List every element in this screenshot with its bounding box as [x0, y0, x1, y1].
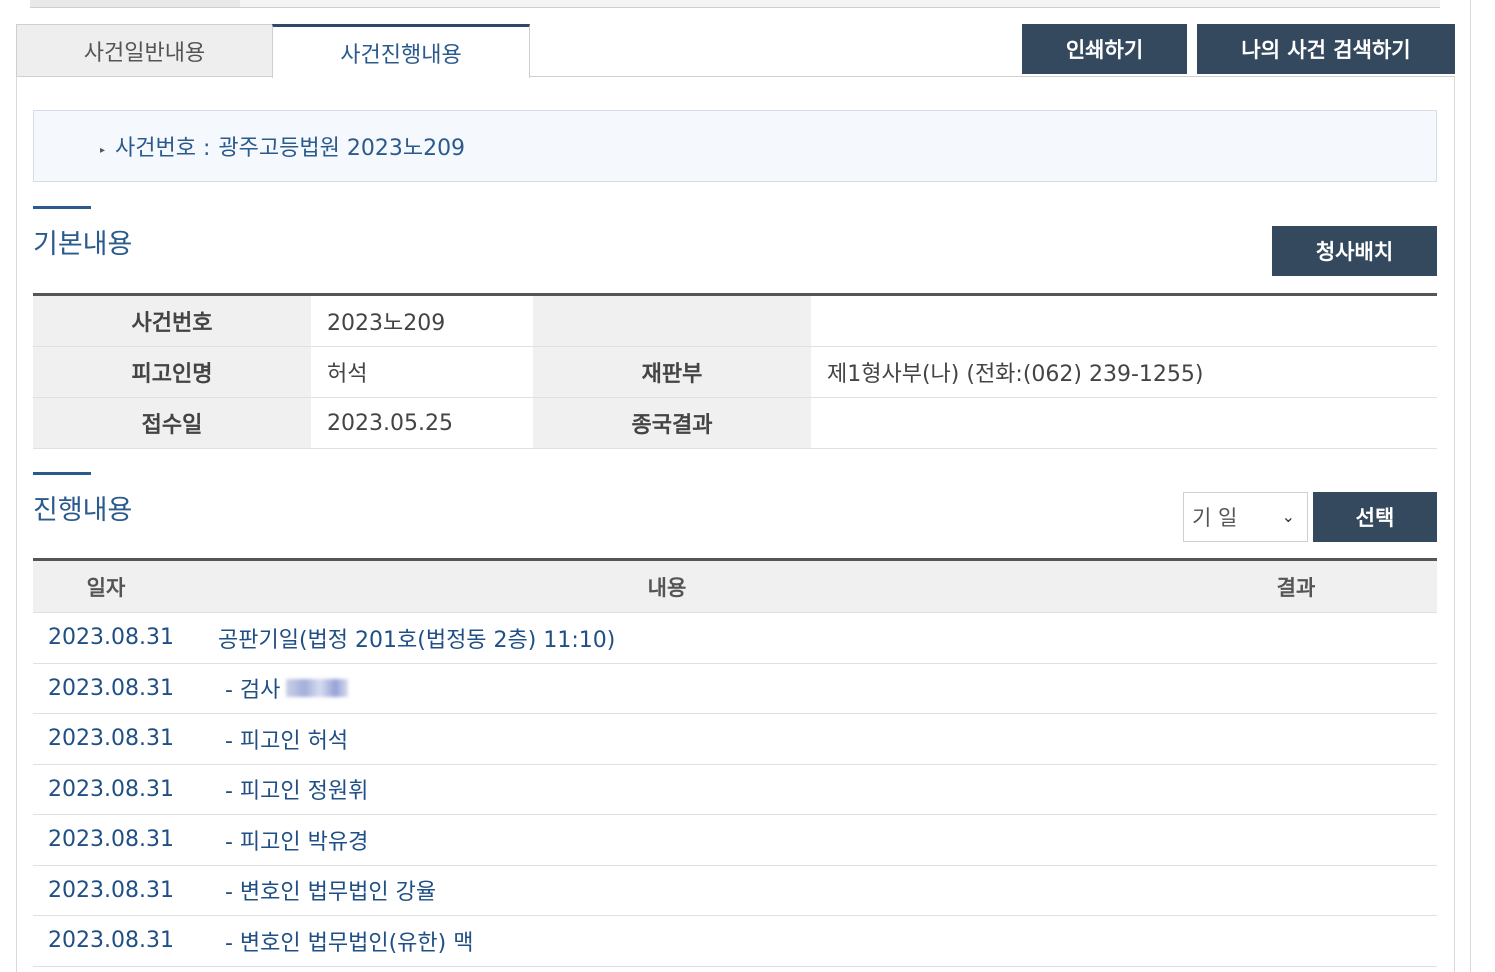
info-value: 2023.05.25: [327, 410, 453, 436]
my-case-search-button[interactable]: 나의 사건 검색하기: [1197, 24, 1455, 74]
filter-select-value: 기 일: [1192, 506, 1238, 530]
progress-table: 일자 내용 결과 2023.08.31 공판기일(법정 201호(법정동 2층)…: [33, 558, 1437, 967]
row-content: - 피고인 박유경: [218, 829, 369, 855]
table-row: 2023.08.31 - 피고인 정원휘: [33, 765, 1437, 815]
info-header: 사건번호: [33, 296, 311, 346]
chevron-down-icon: ⌄: [1281, 507, 1295, 526]
row-content: - 피고인 정원휘: [218, 779, 369, 805]
info-header: 접수일: [33, 398, 311, 448]
row-date: 2023.08.31: [48, 675, 174, 701]
filter-select[interactable]: 기 일 ⌄: [1183, 492, 1308, 542]
tab-progress[interactable]: 사건진행내용: [272, 24, 530, 78]
progress-section-title: 진행내용: [33, 495, 133, 526]
basic-section-title: 기본내용: [33, 229, 133, 260]
case-number-value: 광주고등법원 2023노209: [218, 136, 466, 161]
court-layout-button[interactable]: 청사배치: [1272, 226, 1437, 276]
basic-info-table: 사건번호 2023노209 피고인명 허석 재판부 제1형사부(나) (전화:(…: [33, 293, 1437, 449]
row-date: 2023.08.31: [48, 928, 174, 954]
row-date: 2023.08.31: [48, 726, 174, 752]
info-value: 제1형사부(나) (전화:(062) 239-1255): [827, 362, 1204, 387]
info-row: 피고인명 허석 재판부 제1형사부(나) (전화:(062) 239-1255): [33, 347, 1437, 398]
table-row: 2023.08.31 공판기일(법정 201호(법정동 2층) 11:10): [33, 613, 1437, 664]
column-header-content: 내용: [647, 575, 687, 600]
info-header: 종국결과: [533, 398, 811, 448]
info-header: 재판부: [533, 347, 811, 397]
row-content: - 검사: [218, 678, 281, 704]
print-button[interactable]: 인쇄하기: [1022, 24, 1187, 74]
section-accent-line: [33, 472, 91, 475]
info-row: 사건번호 2023노209: [33, 296, 1437, 347]
row-content: - 피고인 허석: [218, 728, 349, 754]
row-content: - 변호인 법무법인(유한) 맥: [218, 930, 474, 956]
row-content-wrap: - 검사: [218, 664, 1437, 714]
info-header: [533, 296, 811, 346]
table-header: 일자 내용 결과: [33, 561, 1437, 613]
table-row: 2023.08.31 - 검사: [33, 664, 1437, 714]
table-row: 2023.08.31 - 변호인 법무법인(유한) 맥: [33, 916, 1437, 967]
redacted-name-blur: [286, 679, 349, 698]
info-header: 피고인명: [33, 347, 311, 397]
info-value: 2023노209: [327, 311, 446, 336]
row-content: 공판기일(법정 201호(법정동 2층) 11:10): [218, 627, 616, 653]
case-number-box: ▸ 사건번호 : 광주고등법원 2023노209: [33, 110, 1437, 182]
case-number-label: 사건번호 :: [115, 136, 211, 161]
table-row: 2023.08.31 - 변호인 법무법인 강율: [33, 866, 1437, 916]
section-accent-line: [33, 206, 91, 209]
info-value: [811, 296, 1437, 346]
row-date: 2023.08.31: [48, 827, 174, 853]
select-button[interactable]: 선택: [1313, 492, 1437, 542]
info-value: 허석: [327, 362, 368, 387]
top-banner: [30, 0, 1440, 8]
row-date: 2023.08.31: [48, 776, 174, 802]
info-row: 접수일 2023.05.25 종국결과: [33, 398, 1437, 449]
bullet-arrow-icon: ▸: [100, 144, 106, 156]
column-header-date: 일자: [86, 575, 126, 600]
table-row: 2023.08.31 - 피고인 박유경: [33, 815, 1437, 866]
info-value: [811, 398, 1437, 448]
table-row: 2023.08.31 - 피고인 허석: [33, 714, 1437, 765]
column-header-result: 결과: [1276, 575, 1316, 600]
row-content: - 변호인 법무법인 강율: [218, 880, 437, 906]
row-date: 2023.08.31: [48, 877, 174, 903]
tab-general[interactable]: 사건일반내용: [16, 24, 273, 77]
top-banner-inner: [240, 0, 1440, 7]
row-date: 2023.08.31: [48, 625, 174, 651]
page-scrollbar-edge: [1470, 0, 1471, 972]
